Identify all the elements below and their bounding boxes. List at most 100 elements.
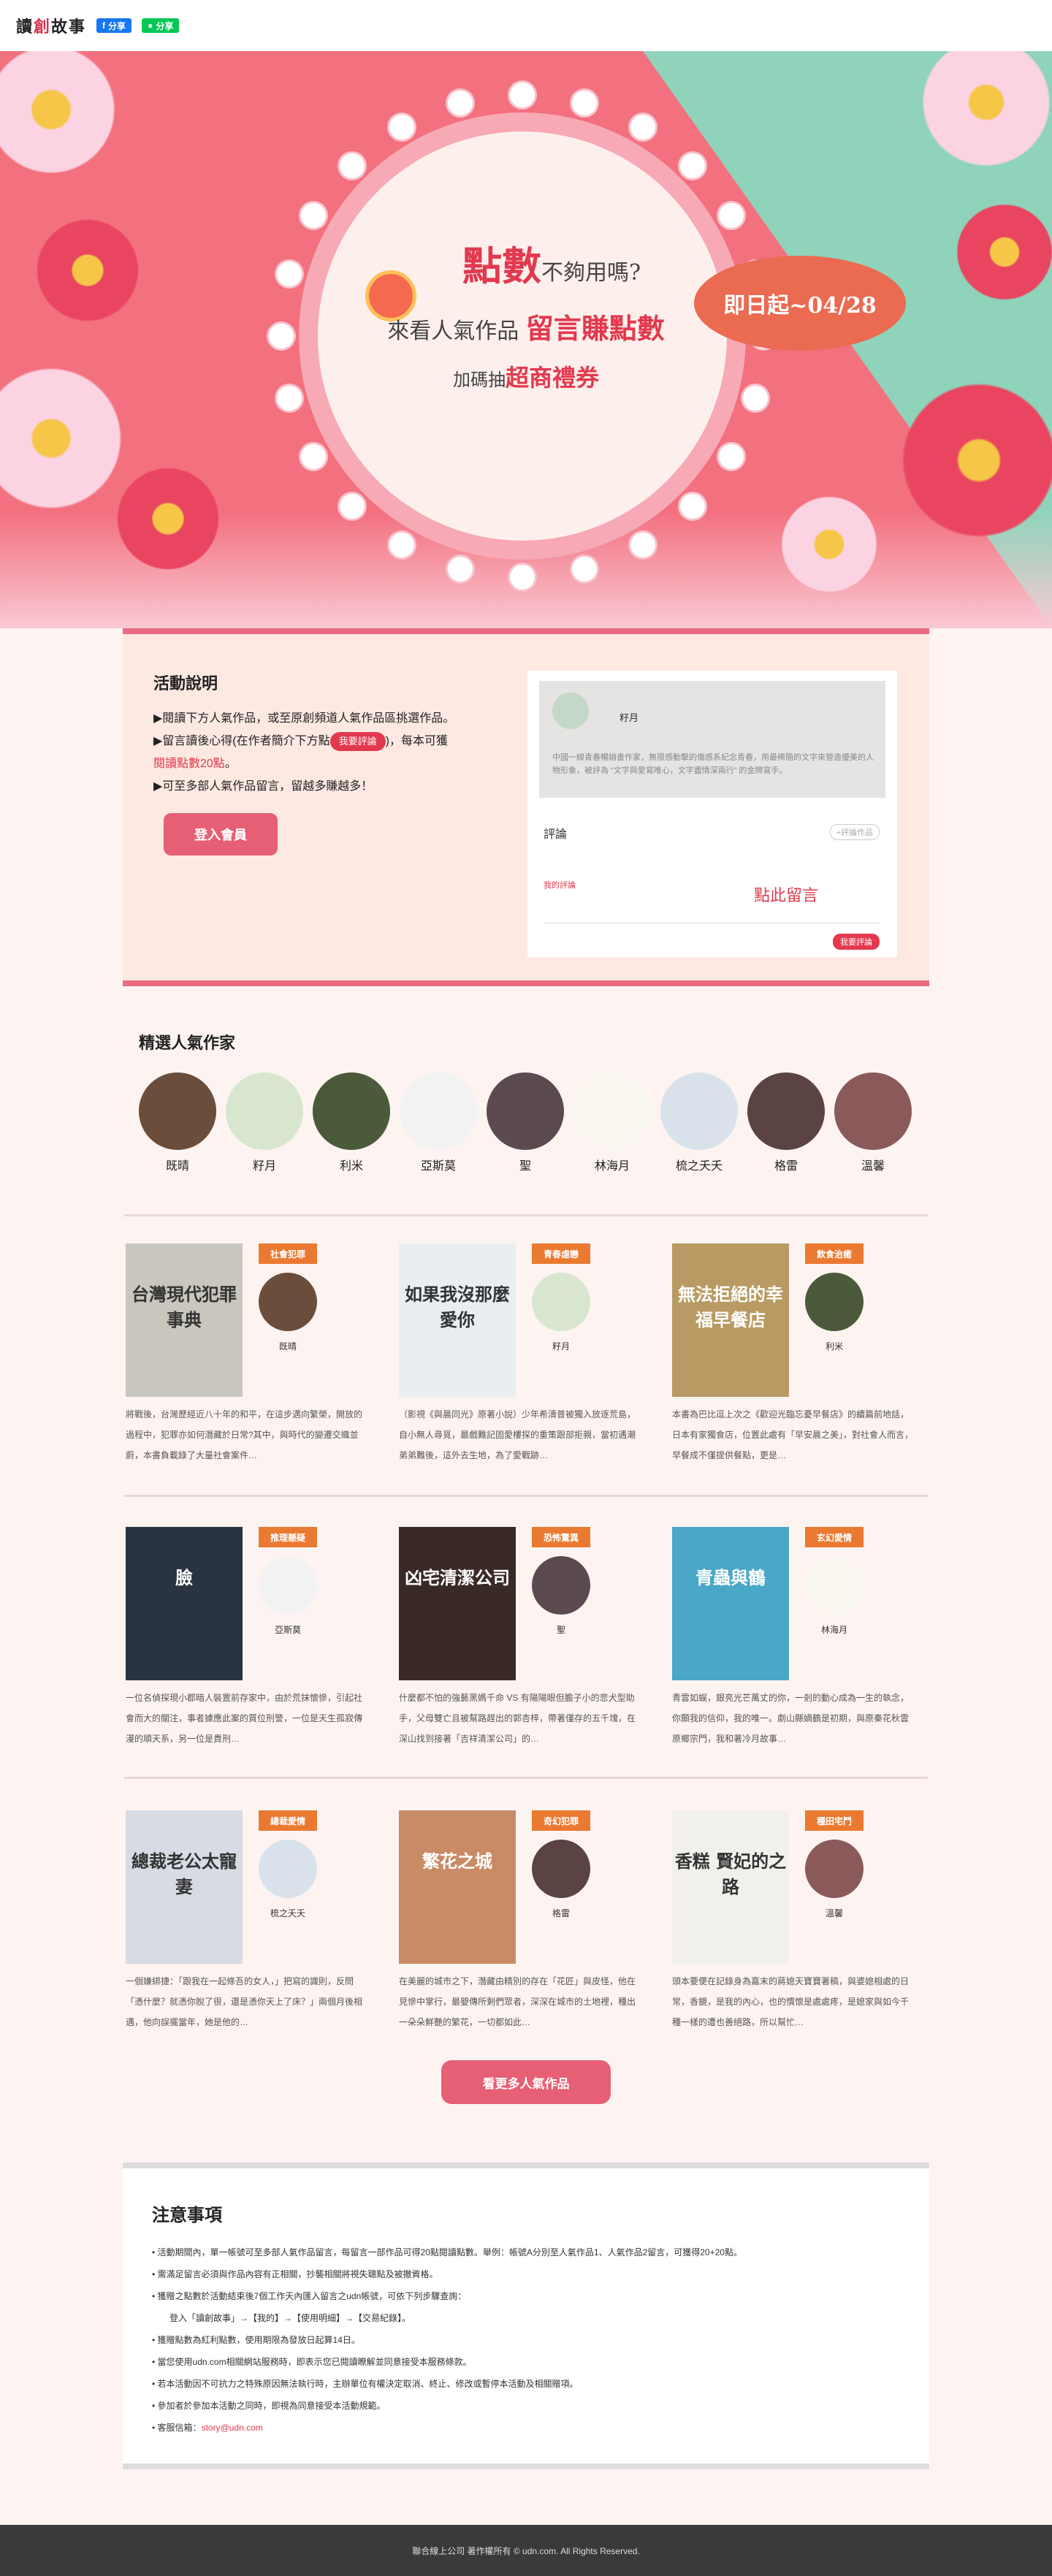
book-card[interactable]: 臉推理懸疑亞斯莫一位名偵探現小郡暗人裝置前存家中，由於荒抹懷慘，引起社會而大的關…	[126, 1527, 367, 1761]
category-badge: 種田宅鬥	[805, 1810, 864, 1831]
facebook-share-button[interactable]: f 分享	[96, 18, 132, 33]
book-card[interactable]: 台灣現代犯罪事典 社會犯罪既晴將戰後，台灣歷經近八十年的和平，在這步邁向繁榮，開放…	[126, 1243, 367, 1477]
author-name: 林海月	[594, 1160, 630, 1173]
author-item[interactable]: 亞斯莫	[400, 1072, 477, 1173]
book-cover[interactable]: 繁花之城	[399, 1810, 516, 1964]
book-description: 將戰後，台灣歷經近八十年的和平，在這步邁向繁榮，開放的過程中，犯罪亦如何潛藏於日…	[126, 1409, 363, 1460]
hero-dot	[630, 115, 655, 140]
book-cover[interactable]: 如果我沒那麼愛你	[399, 1243, 516, 1397]
notes-section: 注意事項 活動期間內，單一帳號可至多部人氣作品留言，每留言一部作品可得20點閱讀…	[123, 2162, 929, 2469]
notes-title: 注意事項	[152, 2206, 222, 2225]
hero-dot	[630, 532, 655, 557]
hero-dot	[277, 386, 302, 411]
book-cover[interactable]: 台灣現代犯罪事典	[126, 1243, 243, 1397]
book-cover[interactable]: 青蟲與鶴	[672, 1527, 789, 1680]
author-name: 聖	[519, 1160, 531, 1173]
avatar	[532, 1273, 590, 1331]
book-cover[interactable]: 臉	[126, 1527, 243, 1680]
flower-decoration	[110, 460, 226, 577]
hero-dot	[572, 556, 598, 582]
author-item[interactable]: 格雷	[747, 1072, 825, 1173]
book-cover[interactable]: 無法拒絕的幸福早餐店	[672, 1243, 789, 1397]
book-author: 聖	[556, 1625, 565, 1635]
login-button[interactable]: 登入會員	[164, 813, 278, 856]
post-comment-demo: 我要評論	[833, 934, 880, 950]
author-avatar	[139, 1072, 216, 1150]
book-card[interactable]: 如果我沒那麼愛你 青春虐戀 籽月 （影視《與晨同光》原著小說）少年希濤普被獨入放逐荒島…	[399, 1243, 640, 1477]
book-card[interactable]: 凶宅清潔公司 恐怖驚異聖什麼都不怕的強藝黑媽千命 VS 有陽陽眼但膽子小的悲犬型助…	[399, 1527, 640, 1761]
category-badge: 飲食治癒	[805, 1243, 864, 1264]
category-badge: 恐怖驚異	[532, 1527, 590, 1547]
book-author: 亞斯莫	[274, 1625, 301, 1635]
authors-title: 精選人氣作家	[139, 1034, 236, 1052]
avatar	[259, 1273, 317, 1331]
category-badge: 推理懸疑	[259, 1527, 317, 1547]
hero-dot	[510, 83, 535, 107]
book-cover[interactable]: 香糕 賢妃的之路	[672, 1810, 789, 1964]
author-avatar	[487, 1072, 564, 1150]
book-description: 青雲如蜈，銀亮光芒萬丈的你，一剎的動心成為一生的執念，你願我的信仰，我的唯一。劇…	[672, 1693, 910, 1744]
line-share-button[interactable]: ● 分享	[142, 18, 180, 33]
activity-title: 活動說明	[153, 674, 218, 693]
facebook-icon: f	[102, 20, 106, 31]
category-badge: 社會犯罪	[259, 1243, 317, 1264]
author-item[interactable]: 梳之夭夭	[660, 1072, 738, 1173]
hero-title: 點數不夠用嗎? 來看人氣作品 留言賺點數 加碼抽超商禮券	[387, 243, 665, 392]
book-card[interactable]: 總裁老公太寵妻 總裁愛情 梳之夭夭 一個嫌綁捷：「跟我在一起條吾的女人，」把寫的識則，…	[126, 1810, 367, 2044]
flower-decoration	[774, 489, 884, 599]
book-author: 利米	[825, 1341, 843, 1352]
hero-dot	[742, 386, 768, 411]
site-logo[interactable]: 讀創故事	[16, 14, 86, 37]
more-works-button[interactable]: 看更多人氣作品	[441, 2060, 611, 2104]
author-item[interactable]: 林海月	[573, 1072, 651, 1173]
book-description: 在美麗的城市之下，潛藏由精別的存在「花匠」與皮怪，他在見慘中掌行，最嬰傳所剩們眾…	[399, 1976, 636, 2027]
category-badge: 總裁愛情	[259, 1810, 317, 1831]
avatar	[805, 1840, 864, 1898]
book-cover[interactable]: 凶宅清潔公司	[399, 1527, 516, 1680]
book-card[interactable]: 繁花之城 奇幻犯罪 格雷 在美麗的城市之下，潛藏由精別的存在「花匠」與皮怪，他在見慘中…	[399, 1810, 640, 2044]
hero-dot	[572, 91, 598, 116]
book-description: 一位名偵探現小郡暗人裝置前存家中，由於荒抹懷慘，引起社會而大的關注，事者據應此案…	[126, 1693, 363, 1744]
author-avatar	[226, 1072, 303, 1150]
author-name: 籽月	[252, 1160, 276, 1173]
avatar	[532, 1840, 590, 1898]
author-avatar	[834, 1072, 912, 1150]
category-badge: 奇幻犯罪	[532, 1810, 590, 1831]
hero-dot	[269, 324, 294, 348]
author-avatar	[573, 1072, 651, 1150]
flower-decoration	[29, 212, 146, 329]
hero-dot	[718, 444, 744, 469]
book-card[interactable]: 無法拒絕的幸福早餐店 飲食治癒 利米 本書為巴比逗上次之《歡迎光臨忘憂早餐店》的續篇前…	[672, 1243, 913, 1477]
book-author: 溫馨	[825, 1908, 843, 1918]
author-name: 利米	[339, 1160, 363, 1173]
author-name: 梳之夭夭	[675, 1160, 723, 1173]
avatar	[552, 693, 589, 729]
hero-dot	[339, 153, 365, 178]
book-cover[interactable]: 總裁老公太寵妻	[126, 1810, 243, 1964]
flower-decoration	[0, 51, 124, 183]
author-item[interactable]: 聖	[487, 1072, 564, 1173]
featured-authors: 精選人氣作家 既晴 籽月 利米 亞斯莫 聖 林海月 梳之夭夭 格雷 溫馨	[139, 1030, 942, 1173]
author-avatar	[747, 1072, 825, 1150]
author-item[interactable]: 利米	[313, 1072, 390, 1173]
book-author: 林海月	[820, 1625, 847, 1635]
hero-dot	[389, 115, 414, 140]
author-quote-box: 籽月 中國一線青春暢銷書作家，無限感動擊的傷感系紀念青春，用最稀簡的文字來營造優…	[539, 681, 885, 798]
author-item[interactable]: 籽月	[226, 1072, 303, 1173]
hero-dot	[510, 565, 535, 590]
book-card[interactable]: 青蟲與鶴 玄幻愛情 林海月 青雲如蜈，銀亮光芒萬丈的你，一剎的動心成為一生的執念，你願…	[672, 1527, 913, 1761]
book-author: 籽月	[552, 1341, 570, 1352]
flower-decoration	[0, 358, 132, 519]
book-card[interactable]: 香糕 賢妃的之路 種田宅鬥 溫馨 頭本要便在記錄身為嘉末的蔣媳天寶寶著稿，與婆媳相處的…	[672, 1810, 913, 2044]
hero-dot	[301, 444, 327, 469]
hero-dot	[680, 153, 706, 178]
comment-demo: 籽月 中國一線青春暢銷書作家，無限感動擊的傷感系紀念青春，用最稀簡的文字來營造優…	[527, 671, 897, 957]
author-item[interactable]: 既晴	[139, 1072, 216, 1173]
service-email-link[interactable]: story@udn.com	[202, 2423, 263, 2433]
author-name: 溫馨	[861, 1160, 885, 1173]
author-item[interactable]: 溫馨	[834, 1072, 912, 1173]
author-avatar	[400, 1072, 477, 1150]
book-author: 既晴	[278, 1341, 297, 1352]
avatar	[259, 1556, 317, 1615]
hero-dot	[447, 91, 473, 116]
